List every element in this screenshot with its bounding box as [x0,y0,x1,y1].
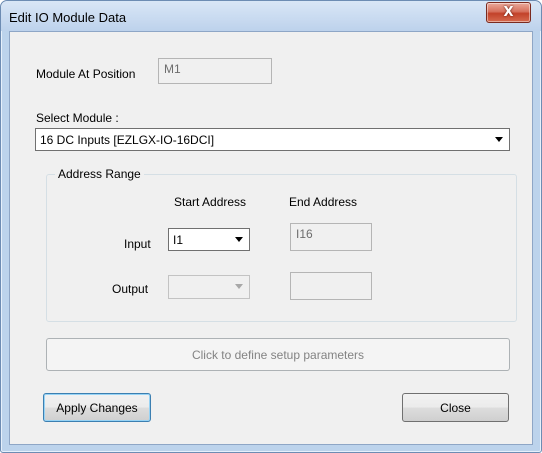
input-end-address-value: I16 [296,227,313,241]
input-end-address-field: I16 [290,223,372,251]
define-setup-parameters-button[interactable]: Click to define setup parameters [46,338,510,371]
close-button[interactable]: Close [402,393,509,422]
apply-changes-button[interactable]: Apply Changes [43,393,151,422]
chevron-down-icon [235,284,243,289]
output-start-address-dropdown[interactable] [168,275,250,299]
close-window-button[interactable]: X [486,2,531,23]
end-address-header: End Address [289,195,358,209]
output-row-label: Output [112,282,149,296]
chevron-down-icon [495,137,503,142]
select-module-dropdown[interactable]: 16 DC Inputs [EZLGX-IO-16DCI] [35,128,510,151]
module-position-field: M1 [158,58,272,84]
module-position-value: M1 [164,62,181,76]
input-start-address-value: I1 [173,233,184,247]
start-address-header: Start Address [174,195,247,209]
close-button-label: Close [440,400,471,415]
module-position-label: Module At Position [36,67,136,81]
apply-changes-label: Apply Changes [56,400,138,415]
define-setup-parameters-label: Click to define setup parameters [191,347,365,362]
chevron-down-icon [235,237,243,242]
address-range-group: Address Range [46,167,517,322]
select-module-label: Select Module : [36,111,119,125]
dialog-window: Edit IO Module Data X Module At Position… [0,0,542,453]
input-row-label: Input [124,237,151,251]
dialog-title: Edit IO Module Data [9,10,127,25]
title-bar[interactable]: Edit IO Module Data X [1,1,541,31]
select-module-value: 16 DC Inputs [EZLGX-IO-16DCI] [40,133,215,147]
output-end-address-field [290,272,372,300]
input-start-address-dropdown[interactable]: I1 [168,228,250,251]
dialog-body: Module At Position M1 Select Module : 16… [9,31,533,445]
close-icon: X [503,5,514,20]
address-range-legend: Address Range [55,167,144,181]
